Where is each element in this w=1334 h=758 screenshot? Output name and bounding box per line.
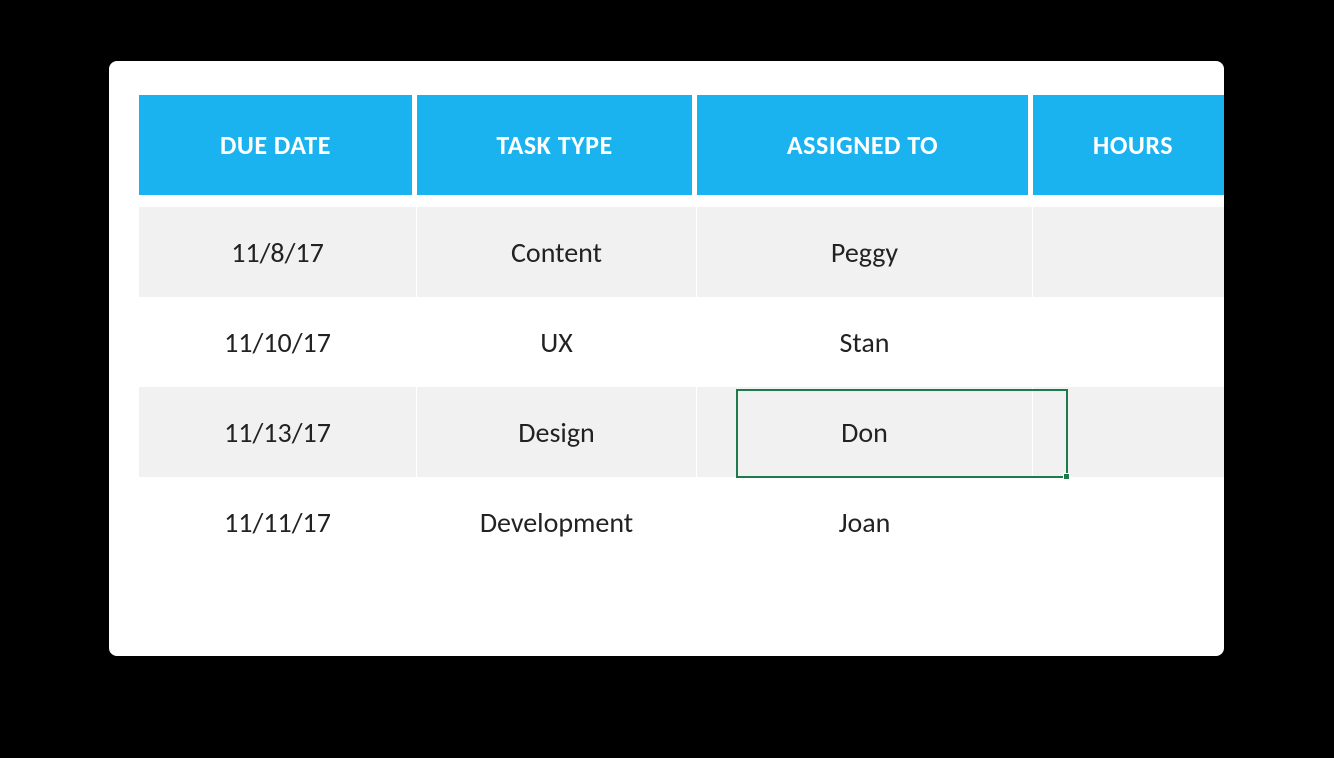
cell-due-date[interactable]: 11/8/17 bbox=[139, 207, 417, 297]
cell-assigned-to[interactable]: Peggy bbox=[697, 207, 1033, 297]
cell-hours[interactable] bbox=[1033, 207, 1224, 297]
cell-hours[interactable] bbox=[1033, 387, 1224, 477]
cell-assigned-to[interactable]: Stan bbox=[697, 297, 1033, 387]
header-due-date[interactable]: DUE DATE bbox=[139, 95, 417, 195]
spreadsheet-card: DUE DATE TASK TYPE ASSIGNED TO HOURS 11/… bbox=[109, 61, 1224, 656]
cell-task-type[interactable]: Development bbox=[417, 477, 697, 567]
header-hours[interactable]: HOURS bbox=[1033, 95, 1224, 195]
cell-due-date[interactable]: 11/13/17 bbox=[139, 387, 417, 477]
header-task-type[interactable]: TASK TYPE bbox=[417, 95, 697, 195]
table-header-row: DUE DATE TASK TYPE ASSIGNED TO HOURS bbox=[139, 95, 1224, 195]
header-spacer bbox=[139, 195, 1224, 207]
table-row: 11/11/17 Development Joan bbox=[139, 477, 1224, 567]
cell-task-type[interactable]: Content bbox=[417, 207, 697, 297]
cell-task-type[interactable]: Design bbox=[417, 387, 697, 477]
cell-hours[interactable] bbox=[1033, 477, 1224, 567]
table-row: 11/8/17 Content Peggy bbox=[139, 207, 1224, 297]
cell-task-type[interactable]: UX bbox=[417, 297, 697, 387]
cell-assigned-to[interactable]: Don bbox=[697, 387, 1033, 477]
cell-due-date[interactable]: 11/11/17 bbox=[139, 477, 417, 567]
cell-due-date[interactable]: 11/10/17 bbox=[139, 297, 417, 387]
table-wrap: DUE DATE TASK TYPE ASSIGNED TO HOURS 11/… bbox=[139, 95, 1194, 567]
cell-hours[interactable] bbox=[1033, 297, 1224, 387]
table-row: 11/13/17 Design Don bbox=[139, 387, 1224, 477]
header-assigned-to[interactable]: ASSIGNED TO bbox=[697, 95, 1033, 195]
table-row: 11/10/17 UX Stan bbox=[139, 297, 1224, 387]
task-table: DUE DATE TASK TYPE ASSIGNED TO HOURS 11/… bbox=[139, 95, 1224, 567]
cell-assigned-to[interactable]: Joan bbox=[697, 477, 1033, 567]
